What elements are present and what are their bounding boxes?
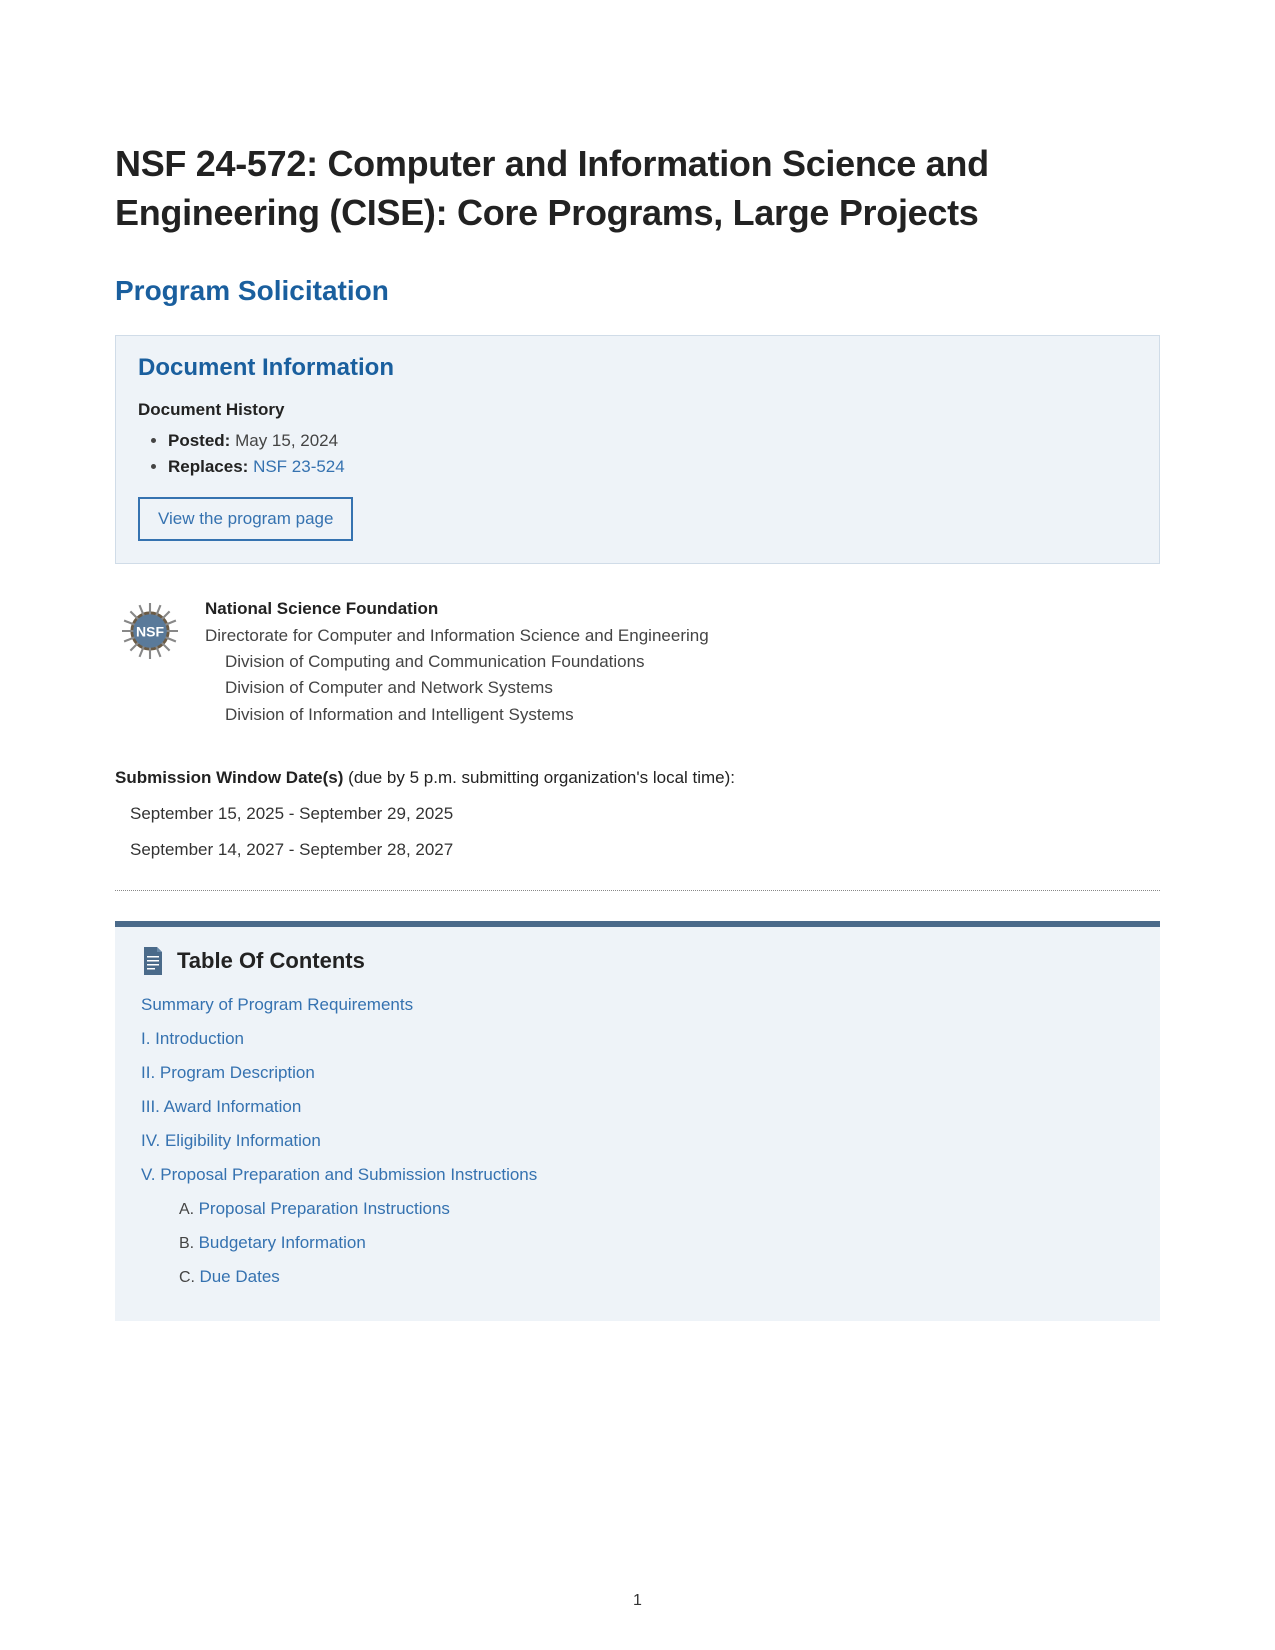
document-information-box: Document Information Document History Po… [115,335,1160,564]
section-divider [115,890,1160,891]
posted-item: Posted: May 15, 2024 [168,428,1137,454]
page-number: 1 [0,1592,1275,1610]
toc-link-introduction[interactable]: I. Introduction [141,1029,244,1048]
submission-note: (due by 5 p.m. submitting organization's… [348,768,735,787]
toc-list: Summary of Program Requirements I. Intro… [141,995,1134,1287]
submission-block: Submission Window Date(s) (due by 5 p.m.… [115,768,1160,860]
org-directorate: Directorate for Computer and Information… [205,623,709,649]
toc-sub-prefix: B. [179,1235,194,1252]
submission-label-bold: Submission Window Date(s) [115,768,343,787]
toc-sublink-budgetary[interactable]: Budgetary Information [199,1233,366,1252]
toc-header: Table Of Contents [141,947,1134,975]
submission-window: September 15, 2025 - September 29, 2025 [130,804,1160,824]
posted-label: Posted: [168,431,230,450]
document-information-heading: Document Information [138,354,1137,382]
page-content: NSF 24-572: Computer and Information Sci… [0,0,1275,1381]
org-division: Division of Information and Intelligent … [205,702,709,728]
toc-sublist: A. Proposal Preparation Instructions B. … [141,1199,1134,1287]
org-name: National Science Foundation [205,599,438,618]
toc-link-program-description[interactable]: II. Program Description [141,1063,315,1082]
page-title: NSF 24-572: Computer and Information Sci… [115,140,1160,237]
toc-link-summary[interactable]: Summary of Program Requirements [141,995,413,1014]
org-division: Division of Computer and Network Systems [205,675,709,701]
submission-window: September 14, 2027 - September 28, 2027 [130,840,1160,860]
replaces-link[interactable]: NSF 23-524 [253,457,345,476]
toc-sublink-proposal-instructions[interactable]: Proposal Preparation Instructions [199,1199,450,1218]
submission-label: Submission Window Date(s) (due by 5 p.m.… [115,768,1160,788]
submission-dates: September 15, 2025 - September 29, 2025 … [115,804,1160,860]
toc-sub-prefix: A. [179,1201,194,1218]
document-icon [141,947,165,975]
program-solicitation-heading: Program Solicitation [115,275,1160,307]
toc-heading: Table Of Contents [177,948,365,974]
toc-link-eligibility[interactable]: IV. Eligibility Information [141,1131,321,1150]
svg-text:NSF: NSF [136,624,164,640]
table-of-contents-box: Table Of Contents Summary of Program Req… [115,921,1160,1321]
view-program-page-button[interactable]: View the program page [138,497,353,541]
toc-link-award-information[interactable]: III. Award Information [141,1097,301,1116]
organization-text: National Science Foundation Directorate … [205,596,709,728]
nsf-logo-icon: NSF [115,596,185,666]
toc-link-proposal-preparation[interactable]: V. Proposal Preparation and Submission I… [141,1165,537,1184]
posted-value: May 15, 2024 [235,431,338,450]
organization-block: NSF National Science Foundation Director… [115,596,1160,728]
document-history-heading: Document History [138,400,1137,420]
org-division: Division of Computing and Communication … [205,649,709,675]
replaces-item: Replaces: NSF 23-524 [168,454,1137,480]
document-history-list: Posted: May 15, 2024 Replaces: NSF 23-52… [138,428,1137,479]
toc-sublink-due-dates[interactable]: Due Dates [199,1267,279,1286]
toc-sub-prefix: C. [179,1269,195,1286]
replaces-label: Replaces: [168,457,248,476]
